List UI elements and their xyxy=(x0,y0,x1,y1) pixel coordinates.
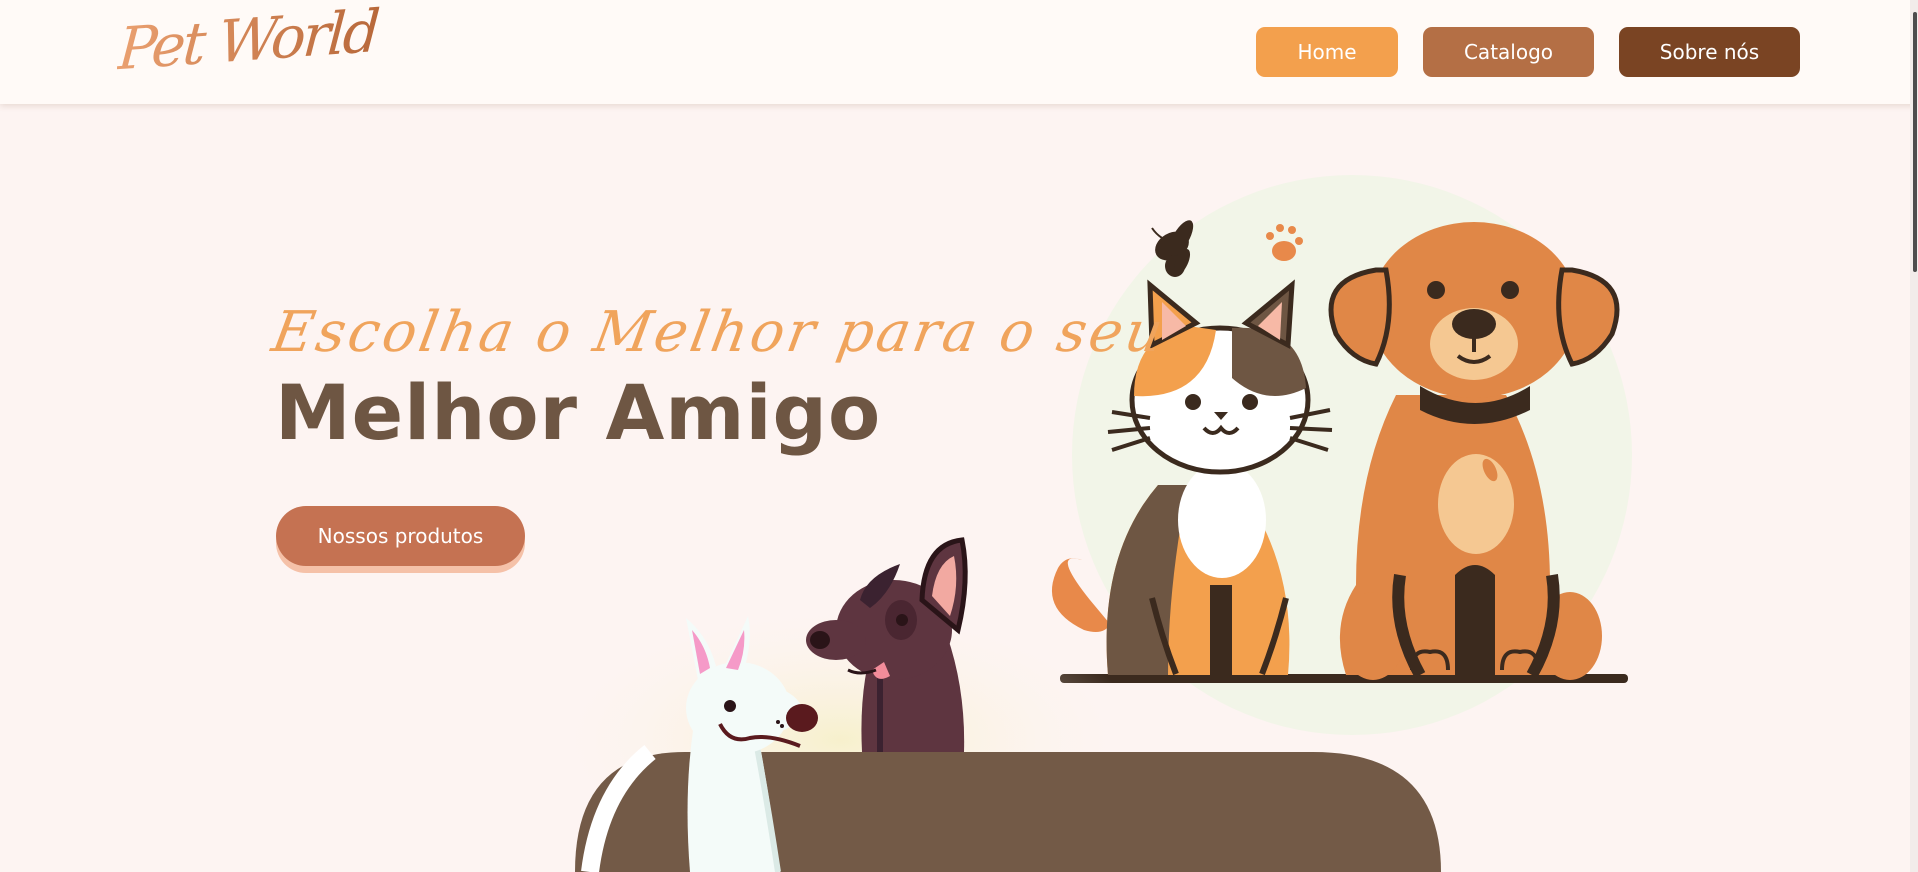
page-scrollbar[interactable] xyxy=(1910,0,1918,872)
nav-catalog-button[interactable]: Catalogo xyxy=(1423,27,1594,77)
hero-title: Melhor Amigo xyxy=(275,368,882,457)
site-header: Pet World Home Catalogo Sobre nós xyxy=(0,0,1918,104)
ground-line xyxy=(1060,674,1628,683)
hero-tagline: Escolha o Melhor para o seu xyxy=(267,300,1171,365)
landing-page: Pet World Home Catalogo Sobre nós Escolh… xyxy=(0,0,1918,872)
scrollbar-thumb[interactable] xyxy=(1913,12,1917,272)
our-products-button[interactable]: Nossos produtos xyxy=(276,506,525,566)
nav-home-button[interactable]: Home xyxy=(1256,27,1398,77)
pet-world-logo[interactable]: Pet World xyxy=(116,0,380,83)
nav-about-button[interactable]: Sobre nós xyxy=(1619,27,1800,77)
main-nav: Home Catalogo Sobre nós xyxy=(1256,27,1800,77)
